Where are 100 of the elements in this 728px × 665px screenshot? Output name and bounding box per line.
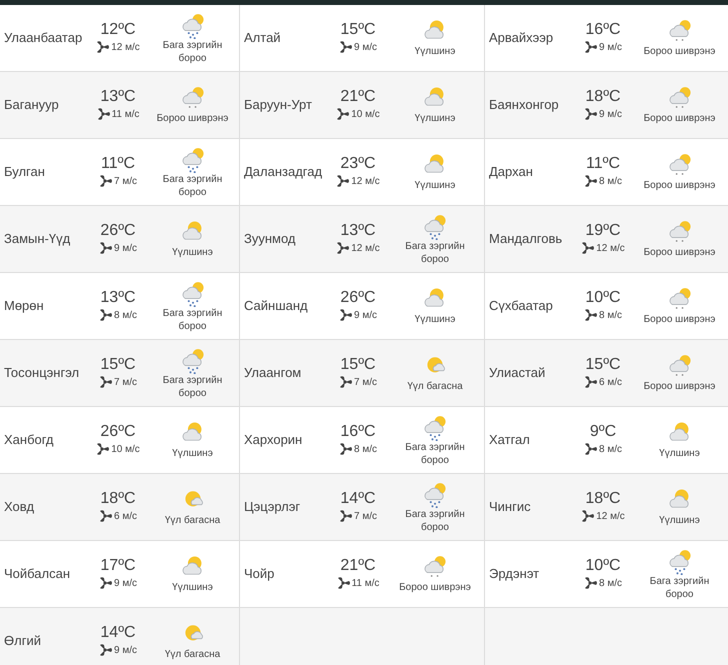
wind-speed: 12 м/с bbox=[596, 242, 625, 256]
wind-icon bbox=[584, 443, 597, 455]
weather-condition: Бороо шиврэнэ bbox=[398, 581, 472, 594]
weather-condition: Бага зэргийн бороо bbox=[404, 240, 466, 266]
wind-icon bbox=[581, 242, 594, 254]
city-name: Мандалговь bbox=[489, 230, 564, 248]
wind-icon bbox=[99, 175, 112, 187]
wind-speed: 12 м/с bbox=[111, 40, 140, 54]
temperature: 13ºC bbox=[100, 88, 136, 104]
wind-speed: 11 м/с bbox=[112, 108, 140, 122]
wind-speed: 8 м/с bbox=[599, 442, 622, 456]
temperature: 17ºC bbox=[100, 558, 136, 574]
wind-icon bbox=[339, 510, 352, 522]
wind-speed: 6 м/с bbox=[599, 376, 622, 390]
wind-icon bbox=[99, 644, 112, 656]
weather-condition: Үүл багасна bbox=[164, 514, 222, 527]
wind-icon bbox=[99, 309, 112, 321]
wind-icon bbox=[96, 108, 110, 120]
wind-speed: 7 м/с bbox=[114, 174, 137, 188]
wind-icon bbox=[584, 577, 597, 589]
city-name: Улаанбаатар bbox=[4, 29, 84, 48]
wind-icon bbox=[339, 443, 352, 455]
weather-condition: Бороо шиврэнэ bbox=[642, 246, 716, 259]
city-name: Эрдэнэт bbox=[489, 565, 540, 584]
temperature: 15ºC bbox=[340, 22, 376, 38]
city-name: Зуунмод bbox=[244, 230, 296, 248]
weather-condition: Бороо шиврэнэ bbox=[642, 112, 716, 125]
weather-condition: Үүлшинэ bbox=[658, 514, 701, 527]
wind-icon bbox=[336, 242, 350, 254]
city-name: Баянхонгор bbox=[489, 96, 560, 114]
city-name: Мөрөн bbox=[4, 297, 45, 316]
weather-condition: Бага зэргийн бороо bbox=[648, 574, 710, 600]
wind-speed: 10 м/с bbox=[111, 442, 140, 456]
temperature: 18ºC bbox=[100, 490, 136, 506]
weather-condition: Үүлшинэ bbox=[414, 313, 456, 326]
wind-speed: 7 м/с bbox=[354, 376, 377, 390]
wind-icon bbox=[339, 41, 352, 53]
wind-speed: 9 м/с bbox=[354, 308, 377, 322]
city-name: Хатгал bbox=[489, 431, 531, 450]
wind-icon bbox=[339, 309, 352, 321]
wind-speed: 12 м/с bbox=[351, 242, 380, 256]
wind-icon bbox=[336, 175, 350, 187]
wind-speed: 8 м/с bbox=[599, 576, 622, 590]
weather-condition: Бага зэргийн бороо bbox=[162, 374, 224, 400]
city-name: Чойбалсан bbox=[4, 565, 72, 584]
wind-speed: 10 м/с bbox=[351, 108, 380, 122]
temperature: 12ºC bbox=[100, 22, 136, 38]
weather-condition: Үүлшинэ bbox=[414, 179, 456, 192]
wind-icon bbox=[584, 41, 597, 53]
weather-condition: Үүлшинэ bbox=[414, 112, 456, 125]
wind-speed: 8 м/с bbox=[114, 308, 137, 322]
weather-condition: Үүлшинэ bbox=[414, 45, 456, 58]
wind-icon bbox=[96, 443, 110, 455]
city-name: Булган bbox=[4, 163, 46, 182]
temperature: 23ºC bbox=[340, 156, 376, 172]
city-name: Баруун-Урт bbox=[244, 96, 313, 114]
city-name: Чингис bbox=[489, 498, 532, 516]
temperature: 26ºC bbox=[100, 222, 136, 238]
temperature: 18ºC bbox=[585, 490, 621, 506]
city-name: Тосонцэнгэл bbox=[4, 364, 80, 382]
wind-icon bbox=[96, 41, 110, 53]
city-name: Алтай bbox=[244, 29, 282, 48]
temperature: 19ºC bbox=[585, 222, 621, 238]
wind-speed: 7 м/с bbox=[114, 376, 137, 390]
weather-condition: Бороо шиврэнэ bbox=[642, 313, 716, 326]
temperature: 9ºC bbox=[590, 424, 616, 440]
weather-condition: Бороо шиврэнэ bbox=[642, 380, 716, 393]
wind-icon bbox=[336, 577, 350, 589]
weather-condition: Бороо шиврэнэ bbox=[642, 179, 716, 192]
wind-speed: 9 м/с bbox=[114, 242, 137, 256]
rain-cloud-icon bbox=[422, 414, 448, 440]
wind-speed: 12 м/с bbox=[596, 510, 625, 524]
wind-speed: 9 м/с bbox=[354, 40, 377, 54]
temperature: 14ºC bbox=[100, 624, 136, 640]
city-name: Арвайхээр bbox=[489, 29, 554, 48]
rain-cloud-icon bbox=[422, 480, 448, 508]
wind-speed: 12 м/с bbox=[351, 174, 380, 188]
wind-speed: 9 м/с bbox=[599, 108, 622, 122]
rain-cloud-icon bbox=[180, 12, 206, 38]
rain-cloud-icon bbox=[180, 280, 206, 306]
city-name: Улиастай bbox=[489, 364, 546, 382]
rain-cloud-icon bbox=[666, 548, 692, 574]
city-name: Замын-Үүд bbox=[4, 230, 72, 248]
wind-icon bbox=[99, 376, 112, 388]
temperature: 14ºC bbox=[340, 490, 376, 506]
weather-condition: Үүл багасна bbox=[164, 648, 222, 661]
temperature: 13ºC bbox=[100, 290, 136, 306]
rain-cloud-icon bbox=[422, 212, 448, 240]
wind-speed: 6 м/с bbox=[114, 510, 137, 524]
weather-condition: Үүлшинэ bbox=[171, 581, 214, 594]
wind-icon bbox=[584, 376, 597, 388]
wind-icon bbox=[581, 510, 594, 522]
wind-speed: 9 м/с bbox=[114, 644, 137, 658]
weather-condition: Бага зэргийн бороо bbox=[162, 38, 224, 64]
wind-speed: 8 м/с bbox=[599, 174, 622, 188]
wind-speed: 9 м/с bbox=[114, 576, 137, 590]
city-name: Дархан bbox=[489, 163, 534, 182]
city-name: Цэцэрлэг bbox=[244, 498, 302, 516]
temperature: 10ºC bbox=[585, 290, 621, 306]
city-name: Улаангом bbox=[244, 364, 302, 382]
